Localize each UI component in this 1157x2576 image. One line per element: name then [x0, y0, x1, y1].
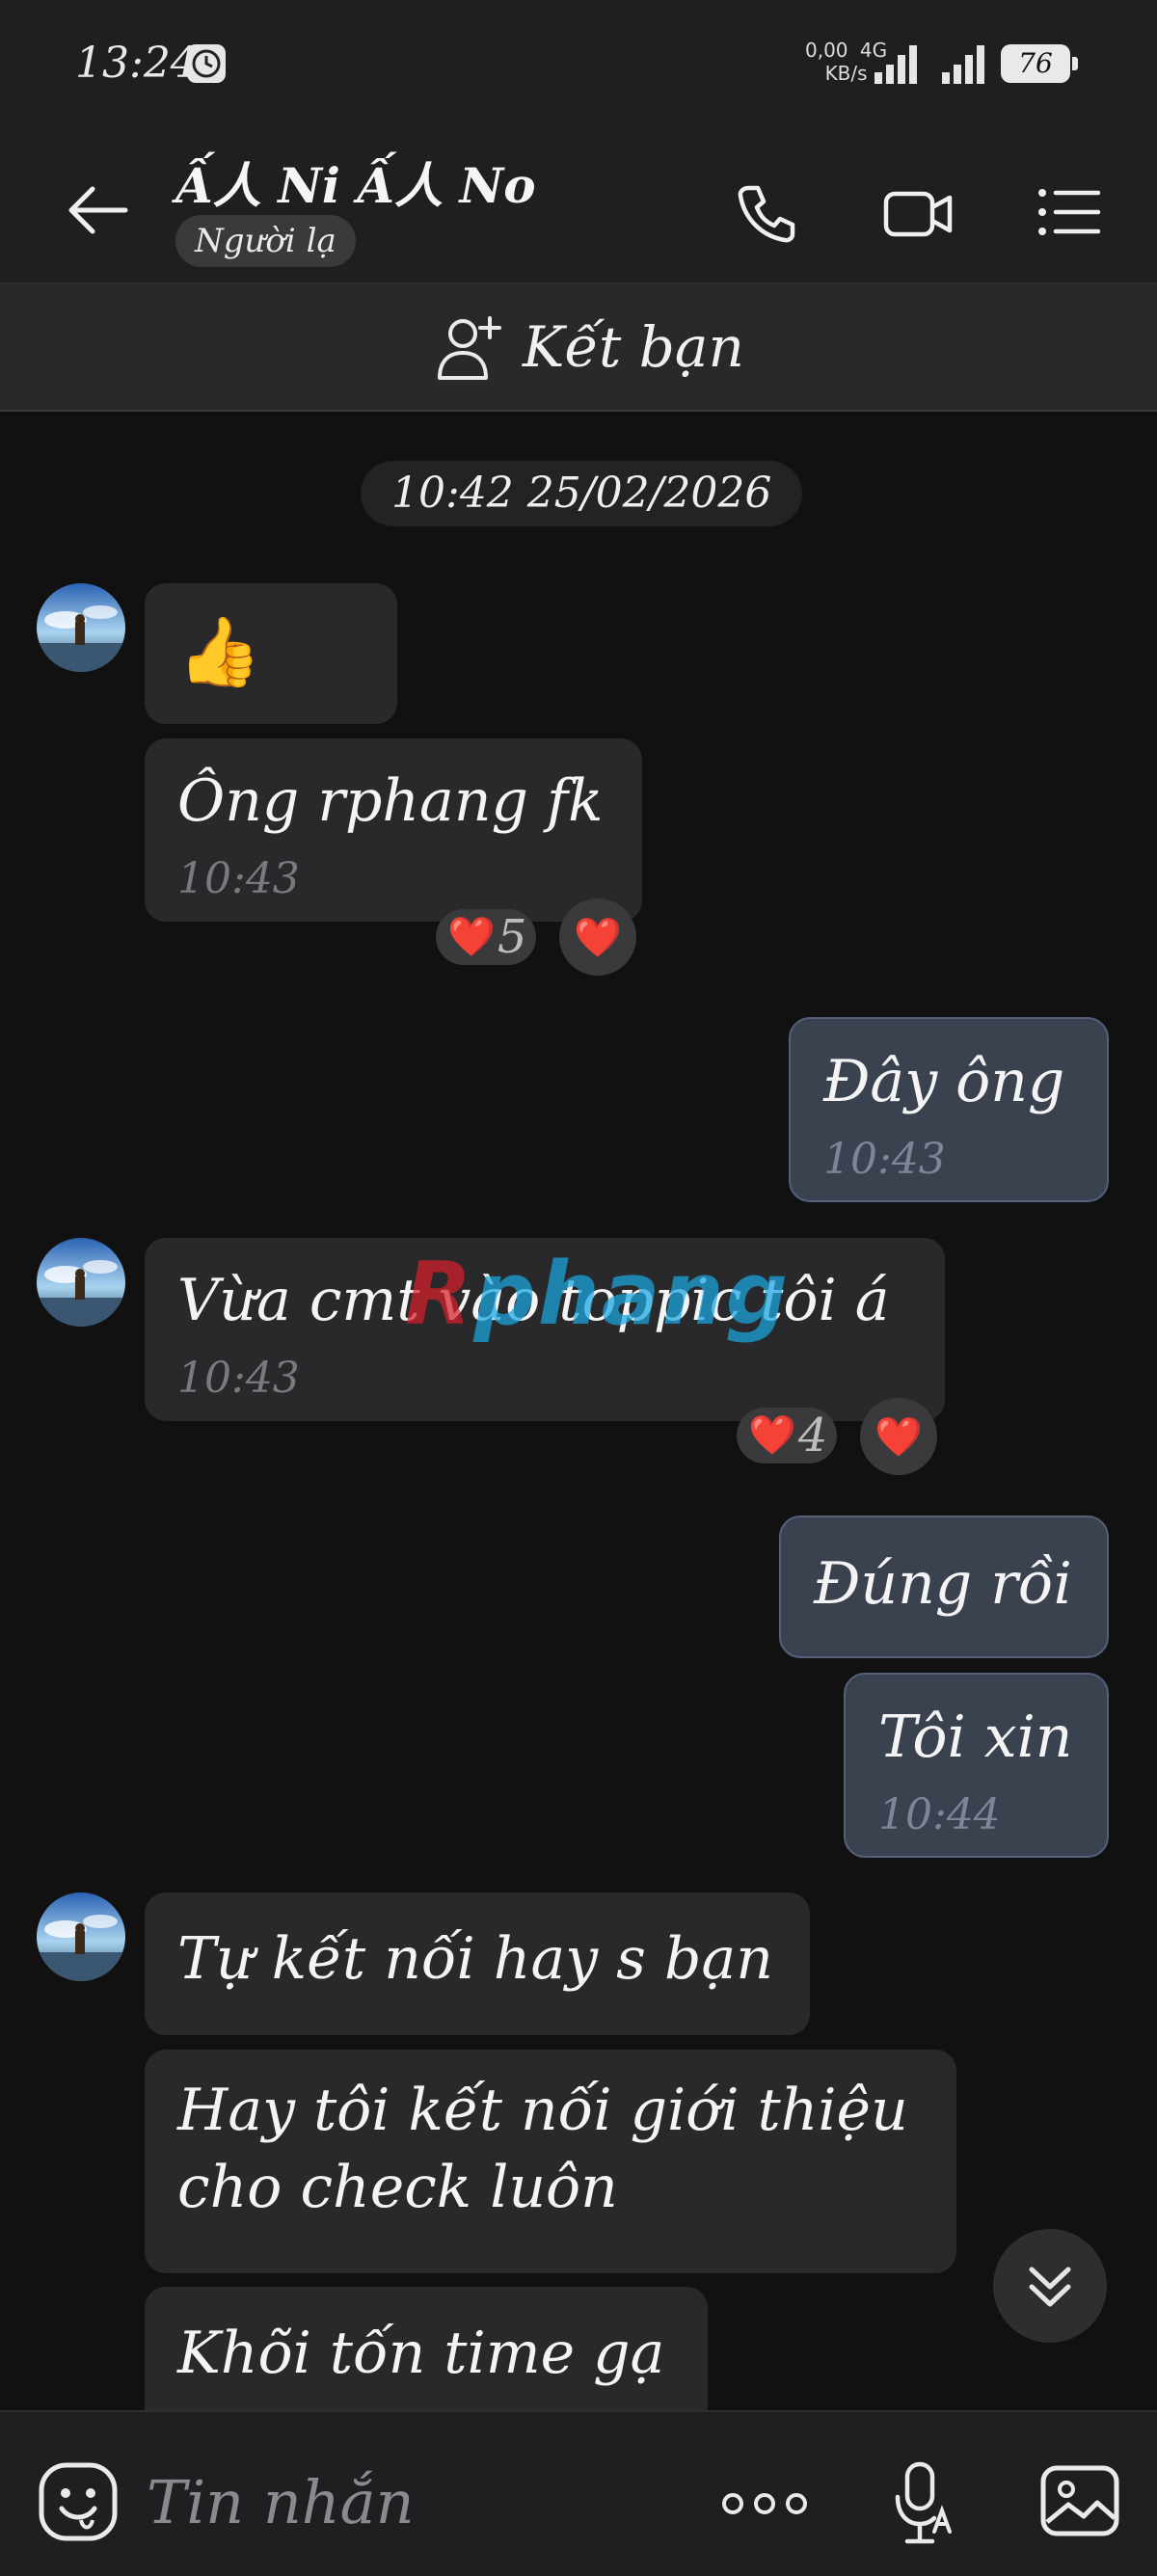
reaction-count-value: 5 — [497, 910, 527, 964]
react-button[interactable]: ❤️ — [559, 899, 636, 976]
image-picker-button[interactable] — [1039, 2462, 1120, 2539]
status-bar: 13:24 0,00 4G KB/s 76 — [0, 0, 1157, 130]
stranger-badge: Người lạ — [175, 215, 356, 267]
heart-icon: ❤️ — [874, 1414, 923, 1460]
message-text: Tự kết nối hay s bạn — [177, 1925, 773, 1993]
watermark-logo: Rphang — [405, 1244, 790, 1345]
react-button[interactable]: ❤️ — [860, 1398, 937, 1475]
watermark-first-letter: R — [405, 1244, 474, 1345]
message-bubble-incoming[interactable]: Hay tôi kết nối giới thiệu cho check luô… — [145, 2050, 956, 2273]
contact-name[interactable]: Ấ人 Ni Ấ人 No — [175, 148, 536, 217]
video-camera-icon — [883, 191, 953, 237]
contact-avatar[interactable] — [37, 1892, 125, 1981]
message-bubble-incoming[interactable]: 👍 — [145, 583, 397, 724]
add-user-icon — [438, 316, 501, 380]
more-dots-icon — [722, 2493, 807, 2514]
message-input-bar — [0, 2410, 1157, 2576]
add-friend-button[interactable]: Kết bạn — [434, 311, 744, 383]
message-text: Ông rphang fk — [177, 767, 604, 835]
message-text-line2: cho check luôn — [177, 2154, 618, 2221]
message-text: Tôi xin — [878, 1704, 1073, 1771]
message-bubble-outgoing[interactable]: Đây ông 10:43 — [789, 1017, 1109, 1202]
message-text: Khõi tốn time gạ — [177, 2320, 665, 2387]
message-time: 10:44 — [878, 1790, 1001, 1839]
heart-icon: ❤️ — [574, 915, 622, 960]
network-speed-unit: KB/s — [824, 62, 868, 85]
double-chevron-down-icon — [1029, 2267, 1071, 2307]
scroll-to-bottom-button[interactable] — [993, 2229, 1107, 2343]
video-call-button[interactable] — [882, 180, 955, 248]
message-text: Đúng rồi — [814, 1550, 1072, 1618]
reaction-count[interactable]: ❤️ 5 — [436, 909, 537, 965]
status-time: 13:24 — [75, 39, 198, 88]
list-menu-icon — [1038, 189, 1101, 235]
voice-call-button[interactable] — [733, 180, 800, 248]
more-options-button[interactable] — [721, 2489, 808, 2518]
network-speed-value: 0,00 — [805, 39, 848, 62]
message-text: Đây ông — [823, 1048, 1065, 1115]
chat-header: Ấ人 Ni Ấ人 No Người lạ — [0, 130, 1157, 284]
sticker-smile-icon — [39, 2462, 118, 2541]
message-bubble-outgoing[interactable]: Đúng rồi — [779, 1516, 1109, 1658]
heart-icon: ❤️ — [748, 1413, 796, 1458]
add-friend-label: Kết bạn — [523, 314, 744, 380]
voice-message-button[interactable] — [892, 2460, 955, 2545]
signal-strength-icon — [940, 43, 994, 90]
reaction-count-value: 4 — [797, 1409, 828, 1462]
microphone-icon — [895, 2461, 952, 2544]
contact-avatar[interactable] — [37, 1238, 125, 1327]
message-bubble-incoming[interactable]: Tự kết nối hay s bạn — [145, 1892, 810, 2035]
message-time: 10:43 — [177, 1354, 300, 1403]
image-gallery-icon — [1040, 2465, 1119, 2536]
message-text: Hay tôi kết nối giới thiệu — [177, 2077, 908, 2144]
back-button[interactable] — [58, 176, 145, 244]
message-input[interactable] — [145, 2453, 688, 2551]
phone-icon — [738, 185, 795, 243]
date-separator: 10:42 25/02/2026 — [361, 461, 803, 526]
message-bubble-incoming[interactable]: Ông rphang fk 10:43 — [145, 738, 642, 922]
reaction-count[interactable]: ❤️ 4 — [737, 1408, 838, 1463]
message-time: 10:43 — [823, 1135, 946, 1184]
battery-indicator: 76 — [1001, 44, 1078, 83]
message-time: 10:43 — [177, 854, 300, 903]
contact-avatar[interactable] — [37, 583, 125, 672]
emoji-button[interactable] — [37, 2460, 120, 2543]
add-friend-bar[interactable]: Kết bạn — [0, 284, 1157, 412]
arrow-left-icon — [68, 186, 128, 234]
message-bubble-outgoing[interactable]: Tôi xin 10:44 — [844, 1673, 1109, 1858]
options-menu-button[interactable] — [1036, 183, 1104, 241]
message-text: 👍 — [177, 612, 262, 691]
signal-strength-icon — [873, 43, 927, 90]
watermark-rest: phang — [473, 1244, 791, 1345]
heart-icon: ❤️ — [447, 915, 496, 959]
alarm-clock-icon — [185, 42, 228, 85]
